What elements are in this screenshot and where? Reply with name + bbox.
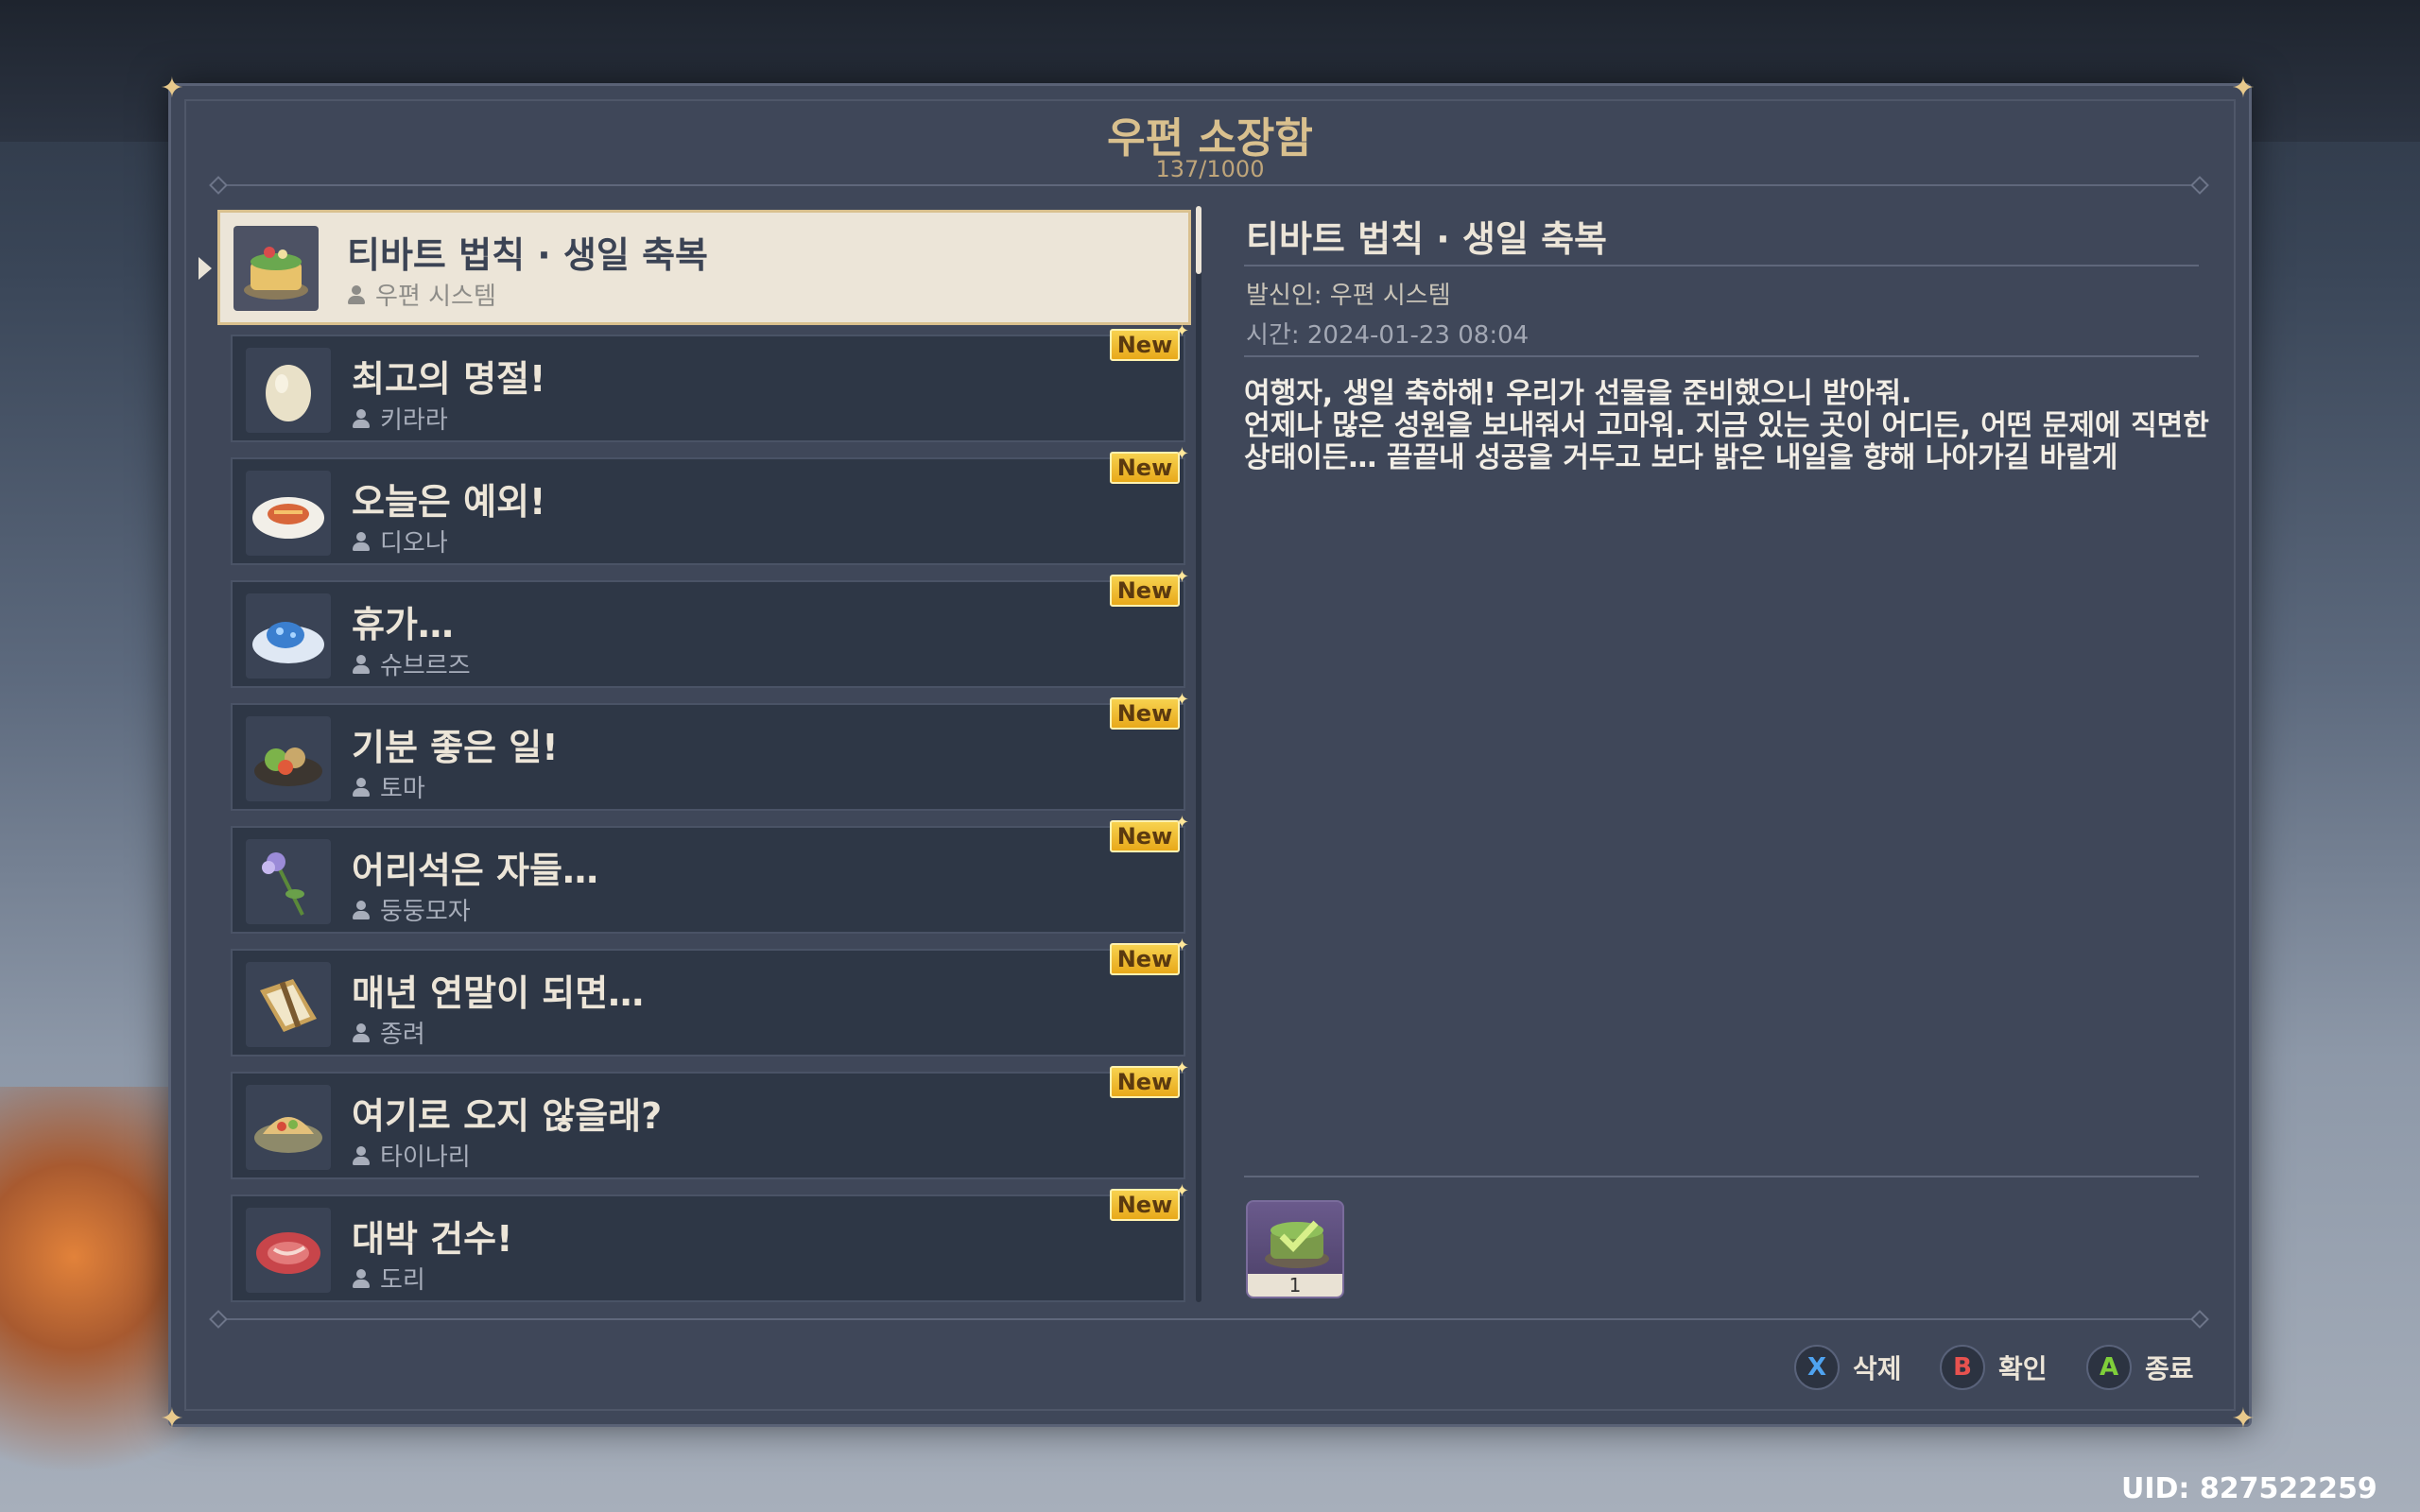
new-badge: New xyxy=(1110,1177,1189,1221)
taco-icon xyxy=(246,1085,331,1170)
mail-item[interactable]: 어리석은 자들… 둥둥모자 New xyxy=(231,809,1189,934)
meat-icon xyxy=(246,1208,331,1293)
mail-item[interactable]: 대박 건수! 도리 New xyxy=(231,1177,1189,1302)
person-icon xyxy=(352,777,371,798)
sender-name: 디오나 xyxy=(380,529,448,558)
person-icon xyxy=(352,1145,371,1166)
person-icon xyxy=(352,654,371,675)
mail-sender: 도리 xyxy=(352,1261,425,1296)
attachment-item[interactable]: 1 xyxy=(1246,1200,1344,1298)
sender-name: 종려 xyxy=(380,1021,425,1049)
mail-item[interactable]: 휴가… 슈브르즈 New xyxy=(231,563,1189,688)
detail-sender: 발신인: 우편 시스템 xyxy=(1246,282,1451,310)
mail-title: 최고의 명절! xyxy=(352,358,546,400)
detail-title: 티바트 법칙 · 생일 축복 xyxy=(1246,218,1607,260)
divider xyxy=(1244,355,2199,357)
delete-button[interactable]: X 삭제 xyxy=(1794,1344,1902,1391)
mail-sender: 둥둥모자 xyxy=(352,892,471,927)
sender-name: 타이나리 xyxy=(380,1143,471,1172)
mail-sender: 토마 xyxy=(352,769,425,804)
person-icon xyxy=(352,531,371,552)
attachment-count: 1 xyxy=(1248,1274,1342,1297)
exit-button[interactable]: A 종료 xyxy=(2086,1344,2194,1391)
mail-sender: 슈브르즈 xyxy=(352,646,471,681)
person-icon xyxy=(347,284,366,305)
person-icon xyxy=(352,1022,371,1043)
exit-label: 종료 xyxy=(2145,1353,2194,1384)
mail-title: 오늘은 예외! xyxy=(352,481,546,523)
mail-title: 매년 연말이 되면… xyxy=(352,972,645,1014)
divider xyxy=(217,184,2203,186)
mail-body-line: 여행자, 생일 축하해! 우리가 선물을 준비했으니 받아줘. xyxy=(1244,377,1912,410)
mail-item[interactable]: 최고의 명절! 키라라 New xyxy=(231,318,1189,442)
mail-sender: 타이나리 xyxy=(352,1138,471,1173)
sender-name: 슈브르즈 xyxy=(380,652,471,680)
mail-body-line: 상태이든… 끝끝내 성공을 거두고 보다 밝은 내일을 향해 나아가길 바랄게 xyxy=(1244,441,2118,474)
mail-item[interactable]: 기분 좋은 일! 토마 New xyxy=(231,686,1189,811)
divider xyxy=(217,1318,2203,1320)
sender-name: 키라라 xyxy=(380,406,448,435)
mail-item[interactable]: 티바트 법칙 · 생일 축복 우편 시스템 xyxy=(217,210,1191,325)
mail-item[interactable]: 매년 연말이 되면… 종려 New xyxy=(231,932,1189,1057)
sender-name: 우편 시스템 xyxy=(375,283,496,311)
scrollbar-thumb[interactable] xyxy=(1196,206,1201,274)
person-icon xyxy=(352,408,371,429)
selection-arrow-icon xyxy=(199,257,212,280)
corner-ornament-icon: ✦ xyxy=(160,1402,184,1435)
mail-list: 티바트 법칙 · 생일 축복 우편 시스템 최고의 명절! 키라라 New 오늘… xyxy=(217,210,1195,1306)
mail-title: 여기로 오지 않을래? xyxy=(352,1095,663,1137)
new-badge: New xyxy=(1110,440,1189,484)
mail-title: 티바트 법칙 · 생일 축복 xyxy=(347,234,708,276)
sender-name: 도리 xyxy=(380,1266,425,1295)
mail-title: 어리석은 자들… xyxy=(352,850,598,891)
divider xyxy=(1244,1176,2199,1177)
mail-body: 여행자, 생일 축하해! 우리가 선물을 준비했으니 받아줘. 언제나 많은 성… xyxy=(1244,377,2209,474)
cake-icon xyxy=(233,226,319,311)
new-badge: New xyxy=(1110,932,1189,975)
new-badge: New xyxy=(1110,686,1189,730)
mail-sender: 디오나 xyxy=(352,524,448,558)
mail-count: 137/1000 xyxy=(1155,156,1265,182)
new-badge: New xyxy=(1110,563,1189,607)
cake-claimed-icon xyxy=(1265,1220,1329,1268)
fish-dish-icon xyxy=(246,471,331,556)
mail-sender: 우편 시스템 xyxy=(347,277,496,312)
mail-sender: 키라라 xyxy=(352,401,448,436)
delete-label: 삭제 xyxy=(1853,1353,1902,1384)
mail-title: 대박 건수! xyxy=(352,1218,513,1260)
mail-title: 휴가… xyxy=(352,604,454,645)
confirm-button[interactable]: B 확인 xyxy=(1940,1344,2048,1391)
new-badge: New xyxy=(1110,318,1189,361)
mail-body-line: 언제나 많은 성원을 보내줘서 고마워. 지금 있는 곳이 어디든, 어떤 문제… xyxy=(1244,409,2209,442)
mail-item[interactable]: 여기로 오지 않을래? 타이나리 New xyxy=(231,1055,1189,1179)
person-icon xyxy=(352,1268,371,1289)
mail-item[interactable]: 오늘은 예외! 디오나 New xyxy=(231,440,1189,565)
a-key-icon: A xyxy=(2086,1345,2132,1390)
uid-label: UID: 827522259 xyxy=(2121,1472,2377,1505)
sender-name: 토마 xyxy=(380,775,425,803)
new-badge: New xyxy=(1110,809,1189,852)
egg-icon xyxy=(246,348,331,433)
salad-icon xyxy=(246,716,331,801)
flower-icon xyxy=(246,839,331,924)
person-icon xyxy=(352,900,371,920)
blue-dish-icon xyxy=(246,593,331,679)
x-key-icon: X xyxy=(1794,1345,1840,1390)
detail-time: 시간: 2024-01-23 08:04 xyxy=(1246,321,1530,350)
mail-sender: 종려 xyxy=(352,1015,425,1050)
divider xyxy=(1244,265,2199,266)
corner-ornament-icon: ✦ xyxy=(160,72,184,105)
mail-list-scrollbar[interactable] xyxy=(1196,206,1201,1302)
new-badge: New xyxy=(1110,1055,1189,1098)
sender-name: 둥둥모자 xyxy=(380,898,471,926)
corner-ornament-icon: ✦ xyxy=(2231,72,2256,105)
confirm-label: 확인 xyxy=(1998,1353,2048,1384)
mail-title: 기분 좋은 일! xyxy=(352,727,559,768)
corner-ornament-icon: ✦ xyxy=(2231,1402,2256,1435)
b-key-icon: B xyxy=(1940,1345,1985,1390)
book-icon xyxy=(246,962,331,1047)
